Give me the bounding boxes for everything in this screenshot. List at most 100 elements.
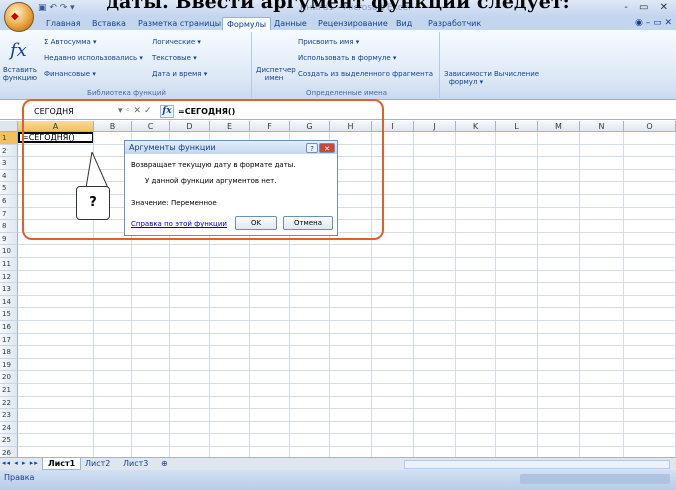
row-header-26[interactable]: 26 [0, 447, 18, 457]
fx-icon[interactable]: fx [10, 40, 27, 61]
logical-functions-button[interactable]: Логические ▾ [152, 38, 201, 46]
row-gridline [18, 320, 676, 321]
row-gridline [18, 282, 676, 284]
dialog-title: Аргументы функции ? ✕ [125, 141, 337, 154]
row-header-25[interactable]: 25 [0, 434, 18, 447]
row-gridline [18, 257, 676, 258]
tab-view[interactable]: Вид [392, 17, 416, 30]
row-header-21[interactable]: 21 [0, 384, 18, 397]
row-header-12[interactable]: 12 [0, 270, 18, 284]
row-gridline [18, 370, 676, 372]
row-gridline [18, 420, 676, 422]
row-header-3[interactable]: 3 [0, 157, 18, 170]
row-header-13[interactable]: 13 [0, 283, 18, 296]
row-header-6[interactable]: 6 [0, 195, 18, 208]
status-bar: Правка [0, 470, 676, 490]
callout-pointer [85, 152, 109, 188]
ribbon: fx Вставить функцию Σ Автосумма ▾ Недавн… [0, 30, 676, 100]
row-header-24[interactable]: 24 [0, 421, 18, 435]
row-header-10[interactable]: 10 [0, 245, 18, 258]
row-header-16[interactable]: 16 [0, 321, 18, 334]
group-function-library: fx Вставить функцию Σ Автосумма ▾ Недавн… [2, 32, 252, 98]
sheet-tab-bar: ◂◂ ◂ ▸ ▸▸ Лист1 Лист2 Лист3 ⊕ [0, 457, 676, 470]
tab-developer[interactable]: Разработчик [424, 17, 485, 30]
value-text: Переменное [171, 199, 217, 207]
column-header-m[interactable]: M [538, 121, 580, 132]
autosum-button[interactable]: Σ Автосумма ▾ [44, 38, 97, 46]
row-header-7[interactable]: 7 [0, 207, 18, 221]
use-in-formula-button[interactable]: Использовать в формуле ▾ [298, 54, 396, 62]
tab-insert[interactable]: Вставка [88, 17, 130, 30]
sheet-tab-3[interactable]: Лист3 [118, 458, 153, 470]
zoom-slider[interactable] [520, 474, 670, 484]
row-header-15[interactable]: 15 [0, 308, 18, 321]
row-gridline [18, 269, 676, 271]
row-gridline [18, 244, 676, 246]
page-caption: даты. Ввести аргумент функции следует: [106, 0, 570, 13]
sheet-tab-1[interactable]: Лист1 [42, 458, 82, 470]
row-gridline [18, 294, 676, 296]
text-functions-button[interactable]: Текстовые ▾ [152, 54, 197, 62]
row-header-19[interactable]: 19 [0, 358, 18, 372]
tab-data[interactable]: Данные [270, 17, 311, 30]
insert-sheet-icon[interactable]: ⊕ [156, 458, 173, 470]
row-header-2[interactable]: 2 [0, 144, 18, 158]
tab-home[interactable]: Главная [42, 17, 85, 30]
value-label: Значение: [131, 199, 169, 207]
cancel-button[interactable]: Отмена [283, 216, 333, 230]
tab-page-layout[interactable]: Разметка страницы [134, 17, 225, 30]
row-gridline [18, 446, 676, 447]
column-header-k[interactable]: K [456, 121, 496, 132]
row-header-1[interactable]: 1 [0, 132, 18, 145]
ribbon-tabs: Главная Вставка Разметка страницы Формул… [0, 16, 676, 30]
row-header-8[interactable]: 8 [0, 220, 18, 233]
sheet-tab-2[interactable]: Лист2 [80, 458, 115, 470]
calculation-button[interactable]: Вычисление [494, 70, 539, 78]
dialog-help-icon[interactable]: ? [306, 143, 318, 153]
callout-question: ? [76, 186, 110, 220]
row-header-20[interactable]: 20 [0, 371, 18, 384]
row-header-4[interactable]: 4 [0, 169, 18, 183]
row-header-9[interactable]: 9 [0, 232, 18, 246]
create-from-selection-button[interactable]: Создать из выделенного фрагмента [298, 70, 433, 78]
horizontal-scrollbar[interactable] [404, 460, 670, 469]
defined-names-label: Определенные имена [306, 89, 387, 97]
row-gridline [18, 332, 676, 334]
row-header-5[interactable]: 5 [0, 182, 18, 195]
assign-name-button[interactable]: Присвоить имя ▾ [298, 38, 359, 46]
recent-functions-button[interactable]: Недавно использовались ▾ [44, 54, 143, 62]
name-manager-button[interactable]: Диспетчер имен [256, 66, 296, 82]
row-header-11[interactable]: 11 [0, 258, 18, 271]
row-gridline [18, 357, 676, 359]
tab-review[interactable]: Рецензирование [314, 17, 392, 30]
office-button[interactable]: ◆ [4, 2, 34, 32]
dialog-close-icon[interactable]: ✕ [319, 143, 335, 153]
datetime-functions-button[interactable]: Дата и время ▾ [152, 70, 207, 78]
column-header-j[interactable]: J [414, 121, 456, 132]
row-header-23[interactable]: 23 [0, 409, 18, 422]
insert-function-button[interactable]: Вставить функцию [2, 66, 38, 82]
formula-dependencies-button[interactable]: Зависимости формул ▾ [444, 70, 492, 86]
help-icon[interactable]: ◉ – ▭ ✕ [635, 18, 672, 28]
dialog-title-text: Аргументы функции [129, 143, 216, 152]
status-mode: Правка [4, 473, 35, 482]
row-header-22[interactable]: 22 [0, 396, 18, 410]
row-gridline [18, 408, 676, 410]
row-gridline [18, 383, 676, 384]
financial-functions-button[interactable]: Финансовые ▾ [44, 70, 96, 78]
tab-formulas[interactable]: Формулы [222, 17, 272, 30]
row-gridline [18, 345, 676, 347]
sheet-nav-icons[interactable]: ◂◂ ◂ ▸ ▸▸ [2, 459, 39, 467]
column-header-o[interactable]: O [624, 121, 676, 132]
function-arguments-dialog: Аргументы функции ? ✕ Возвращает текущую … [124, 140, 338, 236]
row-header-18[interactable]: 18 [0, 346, 18, 359]
row-header-14[interactable]: 14 [0, 295, 18, 309]
select-all-corner[interactable] [0, 121, 18, 132]
column-header-n[interactable]: N [580, 121, 624, 132]
office-logo-icon: ◆ [11, 11, 19, 22]
row-header-17[interactable]: 17 [0, 333, 18, 347]
column-header-l[interactable]: L [496, 121, 538, 132]
function-help-link[interactable]: Справка по этой функции [131, 220, 227, 228]
row-gridline [18, 307, 676, 309]
ok-button[interactable]: OK [235, 216, 277, 230]
